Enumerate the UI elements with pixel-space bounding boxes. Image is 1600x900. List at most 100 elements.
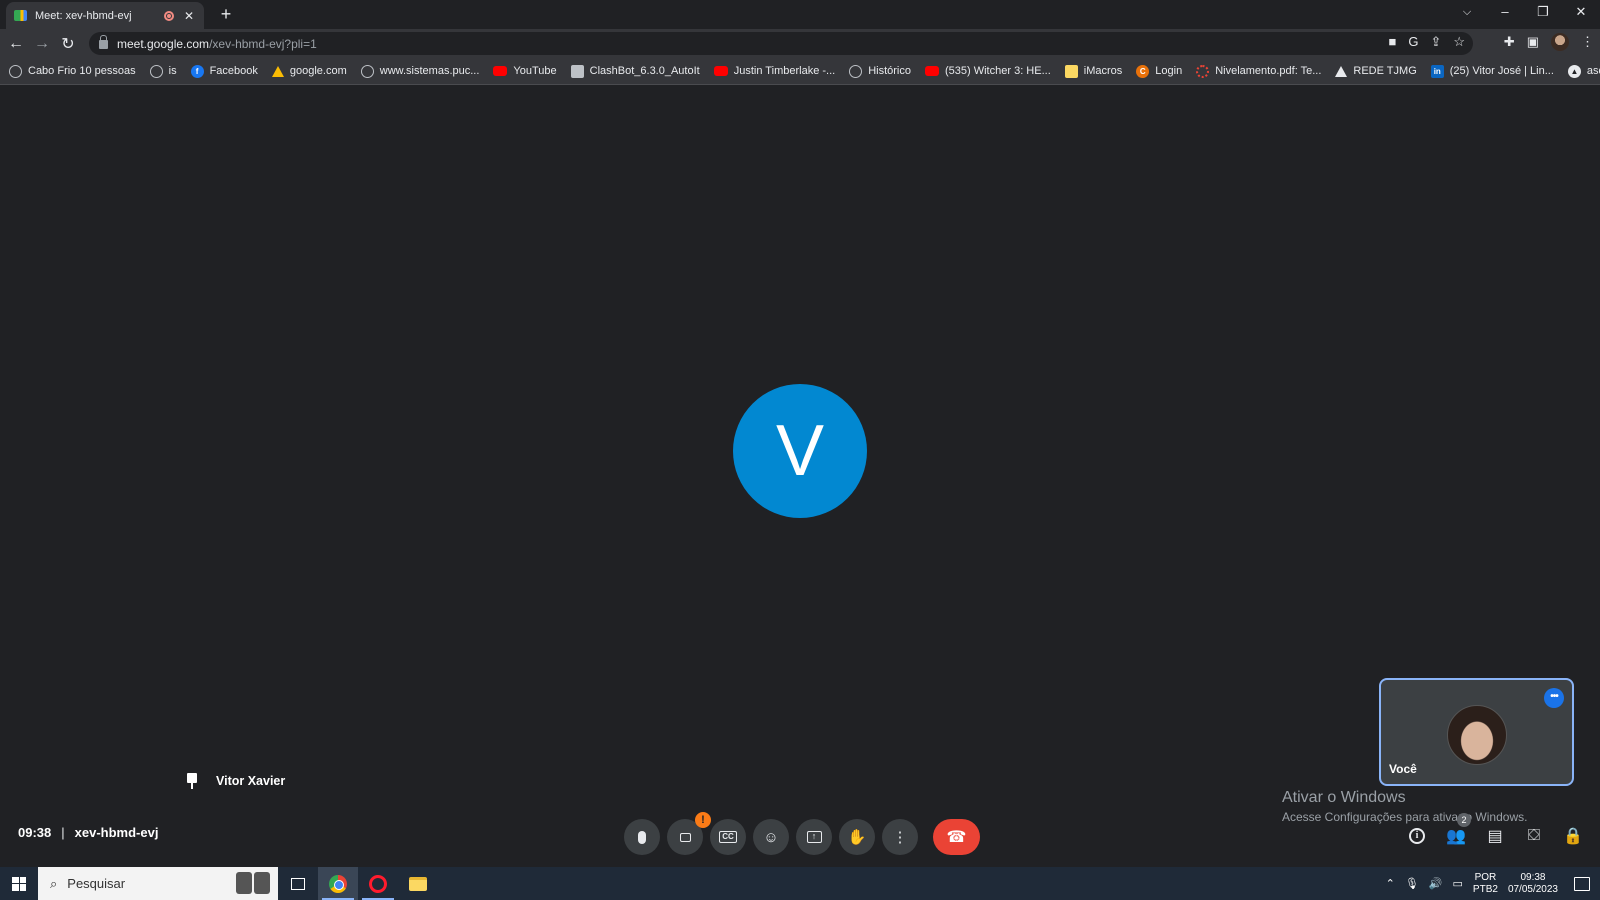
- bookmark-label: is: [168, 65, 177, 77]
- lock-icon[interactable]: [99, 35, 108, 49]
- profile-avatar[interactable]: [1551, 33, 1569, 51]
- search-icon: ⌕: [50, 875, 58, 891]
- show-hidden-icons-icon[interactable]: ⌃: [1386, 877, 1395, 890]
- clash-icon: [570, 64, 584, 78]
- reload-icon[interactable]: ↻: [55, 34, 81, 54]
- google-lens-icon[interactable]: G: [1408, 34, 1418, 50]
- bookmark-item[interactable]: Justin Timberlake -...: [713, 65, 835, 77]
- bookmark-item[interactable]: ClashBot_6.3.0_AutoIt: [570, 64, 700, 78]
- more-vert-icon: ⋮: [892, 829, 908, 846]
- keyboard-layout: PTB2: [1472, 883, 1498, 895]
- microphone-button[interactable]: [624, 819, 660, 855]
- clock-date: 07/05/2023: [1507, 883, 1558, 895]
- chat-button[interactable]: ▤: [1484, 825, 1506, 847]
- share-icon[interactable]: ⇪: [1430, 34, 1441, 50]
- taskbar-clock[interactable]: 09:38 07/05/2023: [1508, 872, 1558, 896]
- chrome-menu-icon[interactable]: ⋮: [1581, 34, 1594, 50]
- bookmark-item[interactable]: Cabo Frio 10 pessoas: [9, 64, 136, 78]
- hand-icon: ✋: [847, 829, 867, 846]
- meeting-details: 09:38 | xev-hbmd-evj: [18, 825, 158, 840]
- bookmark-item[interactable]: REDE TJMG: [1335, 65, 1417, 77]
- bookmark-star-icon[interactable]: ☆: [1453, 34, 1465, 50]
- restore-button[interactable]: ❐: [1524, 0, 1562, 24]
- self-view-tile[interactable]: ••• Você: [1379, 678, 1574, 786]
- self-tile-more-icon[interactable]: •••: [1544, 688, 1564, 708]
- close-window-button[interactable]: ✕: [1562, 0, 1600, 24]
- tab-title: Meet: xev-hbmd-evj: [35, 9, 132, 22]
- participant-avatar: V: [733, 384, 867, 518]
- hist-icon: [849, 64, 863, 78]
- taskbar-opera[interactable]: [358, 867, 398, 900]
- notification-center-icon[interactable]: [1574, 876, 1590, 891]
- tri-icon: [1335, 65, 1348, 77]
- start-button[interactable]: [0, 867, 38, 900]
- taskbar-chrome[interactable]: [318, 867, 358, 900]
- volume-icon[interactable]: 🔊: [1429, 877, 1443, 890]
- lock-person-icon: 🔒: [1563, 828, 1583, 845]
- login-icon: C: [1136, 64, 1150, 78]
- chat-icon: ▤: [1487, 828, 1503, 845]
- task-view-button[interactable]: [278, 867, 318, 900]
- raise-hand-button[interactable]: ✋: [839, 819, 875, 855]
- meet-favicon-icon: [14, 10, 27, 21]
- bookmark-label: Facebook: [209, 65, 258, 77]
- taskbar-file-explorer[interactable]: [398, 867, 438, 900]
- present-screen-button[interactable]: ↑: [796, 819, 832, 855]
- fb-icon: f: [190, 64, 204, 78]
- pin-icon[interactable]: [186, 773, 198, 789]
- bookmark-item[interactable]: www.sistemas.puc...: [360, 64, 479, 78]
- bookmark-item[interactable]: is: [149, 64, 177, 78]
- address-bar[interactable]: meet.google.com/xev-hbmd-evj?pli=1 ■ G ⇪…: [89, 32, 1473, 55]
- bookmark-item[interactable]: C Login: [1136, 64, 1182, 78]
- people-count-badge: 2: [1457, 813, 1471, 827]
- camera-button[interactable]: !: [667, 812, 711, 855]
- extension-icons: ✚ ▣ ⋮: [1504, 33, 1594, 51]
- meeting-details-button[interactable]: i: [1406, 825, 1428, 847]
- captions-button[interactable]: CC: [710, 819, 746, 855]
- browser-tab-meet[interactable]: Meet: xev-hbmd-evj ✕: [6, 2, 204, 29]
- back-arrow-icon[interactable]: ←: [3, 35, 29, 53]
- activities-icon: ⛋: [1527, 827, 1541, 844]
- forward-arrow-icon[interactable]: →: [29, 35, 55, 53]
- bookmark-item[interactable]: Nivelamento.pdf: Te...: [1196, 64, 1322, 78]
- bookmark-item[interactable]: f Facebook: [190, 64, 258, 78]
- bookmark-item[interactable]: Histórico: [849, 64, 911, 78]
- bookmark-label: iMacros: [1083, 65, 1123, 77]
- side-panel-icon[interactable]: ▣: [1527, 34, 1539, 50]
- omnibox-icons: ■ G ⇪ ☆: [1388, 34, 1465, 50]
- minimize-button[interactable]: –: [1486, 0, 1524, 24]
- chrome-icon: [329, 874, 347, 893]
- people-button[interactable]: 👥 2: [1445, 813, 1471, 847]
- bookmark-label: Nivelamento.pdf: Te...: [1215, 65, 1322, 77]
- leave-call-button[interactable]: ☎: [933, 819, 980, 855]
- host-controls-button[interactable]: 🔒: [1562, 825, 1584, 847]
- tray-microphone-icon[interactable]: 🎙: [1405, 877, 1419, 890]
- activities-button[interactable]: ⛋: [1523, 825, 1545, 847]
- watermark-subtitle: Acesse Configurações para ativar o Windo…: [1282, 810, 1528, 824]
- bookmark-label: YouTube: [513, 65, 557, 77]
- participant-name: Vitor Xavier: [216, 774, 286, 788]
- meeting-code: xev-hbmd-evj: [74, 825, 159, 840]
- search-placeholder: Pesquisar: [67, 876, 126, 891]
- info-icon: i: [1409, 828, 1425, 844]
- bookmark-item[interactable]: ▲ asdad: [1567, 64, 1600, 78]
- bookmark-item[interactable]: YouTube: [493, 65, 557, 77]
- extensions-puzzle-icon[interactable]: ✚: [1504, 34, 1515, 50]
- tab-search-button[interactable]: ⌵: [1448, 0, 1486, 24]
- bookmark-item[interactable]: (535) Witcher 3: HE...: [925, 65, 1051, 77]
- bookmark-label: ClashBot_6.3.0_AutoIt: [589, 65, 700, 77]
- network-icon[interactable]: ▭: [1453, 877, 1463, 890]
- bookmark-item[interactable]: iMacros: [1064, 64, 1123, 78]
- reactions-button[interactable]: ☺: [753, 819, 789, 855]
- new-tab-button[interactable]: +: [216, 4, 236, 25]
- bookmark-item[interactable]: in (25) Vitor José | Lin...: [1430, 64, 1554, 78]
- camera-in-use-icon[interactable]: ■: [1388, 34, 1396, 50]
- globe-icon: [149, 64, 163, 78]
- bookmark-item[interactable]: google.com: [271, 65, 347, 77]
- more-options-button[interactable]: ⋮: [882, 819, 918, 855]
- tab-close-icon[interactable]: ✕: [182, 9, 196, 23]
- clock-time: 09:38: [1520, 871, 1546, 883]
- input-language[interactable]: POR PTB2: [1473, 872, 1498, 896]
- taskbar-search[interactable]: ⌕ Pesquisar: [38, 867, 278, 900]
- emoji-icon: ☺: [763, 828, 779, 846]
